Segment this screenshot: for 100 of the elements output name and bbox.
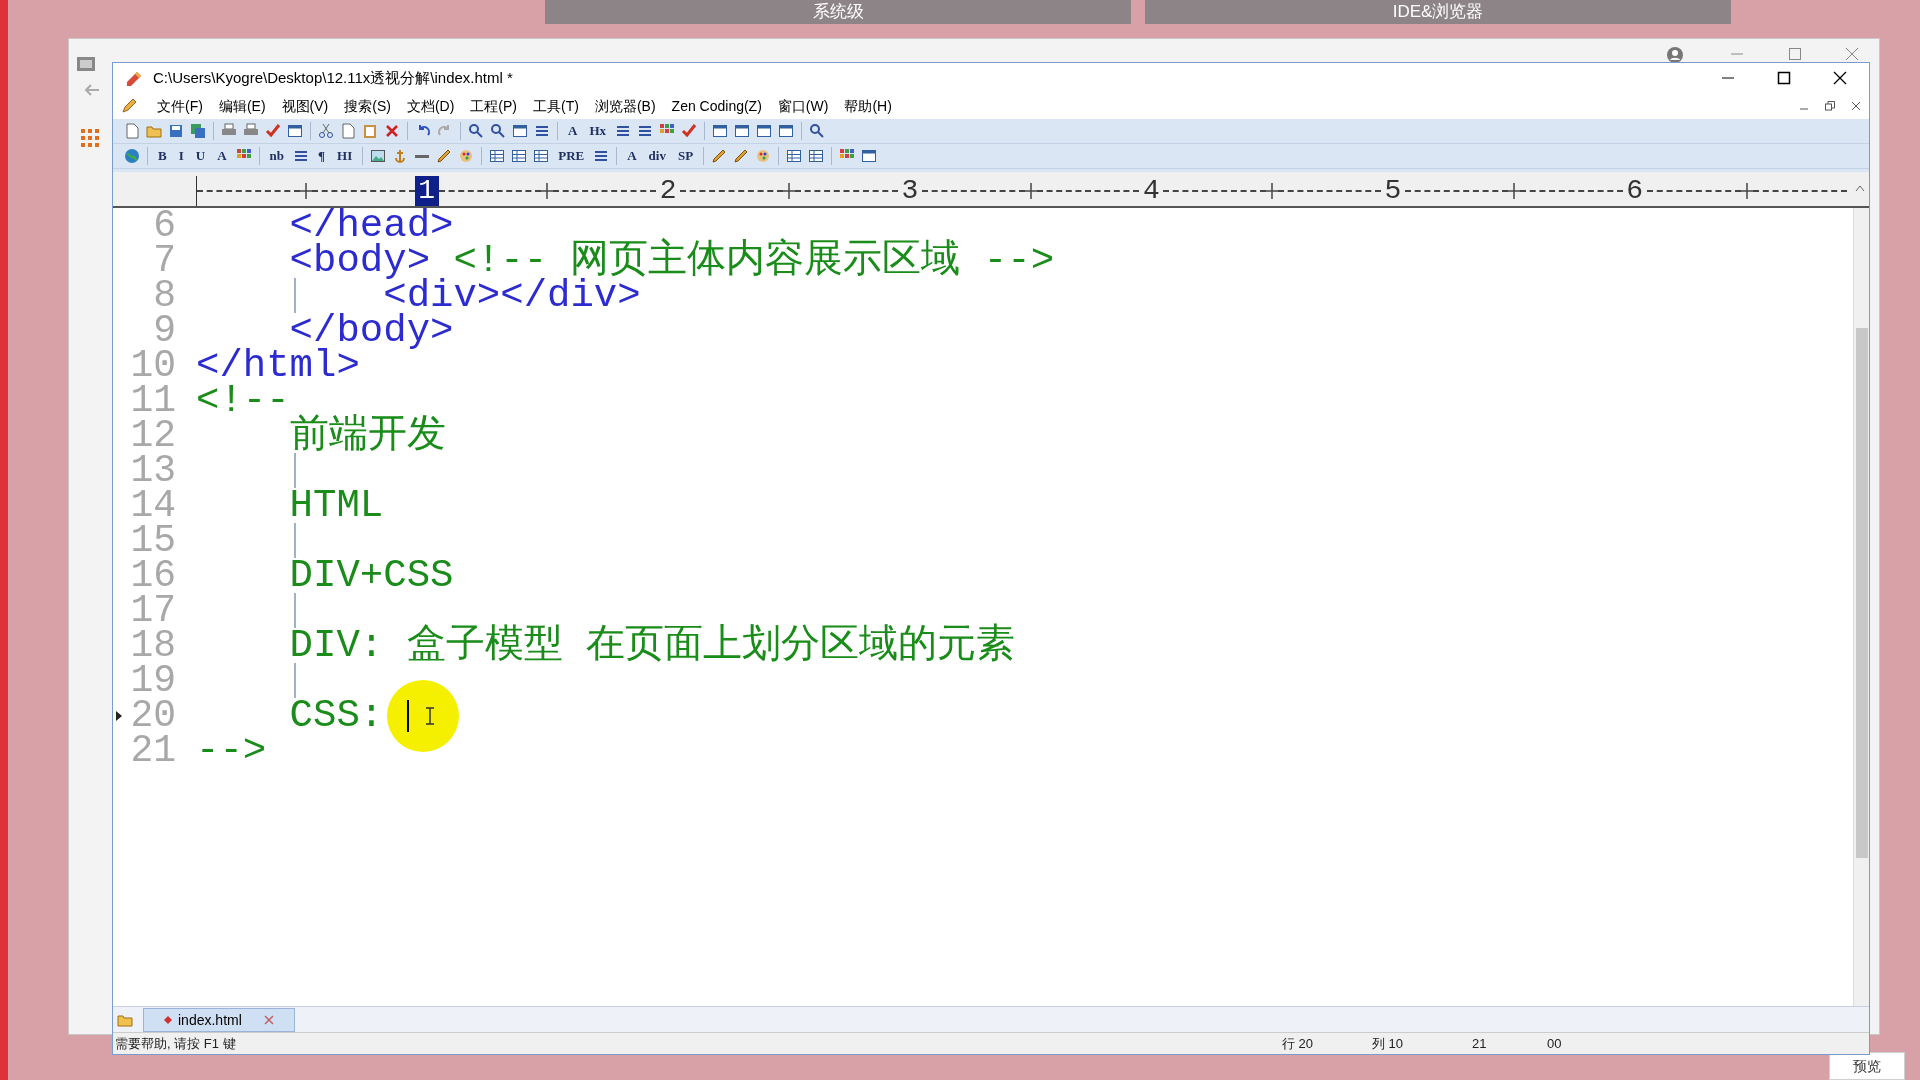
file-tab[interactable]: index.html: [143, 1008, 295, 1032]
status-line: 行 20: [1282, 1034, 1315, 1053]
toolbar-text-button[interactable]: nb: [267, 146, 286, 166]
line-number: 10: [129, 348, 176, 383]
list-icon[interactable]: [593, 148, 610, 164]
comment-text: DIV+CSS: [288, 552, 454, 599]
line-number: 8: [152, 278, 176, 313]
scissors-icon[interactable]: [318, 123, 334, 139]
desktop-tab[interactable]: IDE&浏览器: [1145, 0, 1731, 24]
line-number: 12: [129, 418, 176, 453]
toolbar-text-button[interactable]: B: [156, 146, 169, 166]
menu-item[interactable]: 工具(T): [525, 95, 587, 117]
maximize-icon[interactable]: [1777, 71, 1791, 85]
scroll-up-icon[interactable]: [1855, 184, 1865, 192]
user-icon[interactable]: [1667, 47, 1683, 63]
line-number: 21: [129, 733, 176, 768]
line-number: 7: [152, 243, 176, 278]
toolbar-text-button[interactable]: SP: [675, 146, 696, 166]
folder-icon[interactable]: [117, 1012, 133, 1028]
disks-icon[interactable]: [190, 123, 206, 139]
app-logo-icon: [125, 70, 143, 86]
list-icon[interactable]: [293, 148, 309, 164]
window-icon[interactable]: [512, 123, 528, 139]
tab-label: index.html: [178, 1010, 242, 1030]
status-column: 列 10: [1372, 1033, 1472, 1054]
close-icon[interactable]: [1833, 71, 1847, 85]
toolbar-text-button[interactable]: A: [215, 146, 229, 166]
ruler-number: 2: [658, 176, 678, 206]
window-icon[interactable]: [287, 123, 303, 139]
table-icon[interactable]: [511, 148, 528, 164]
window-icon[interactable]: [861, 148, 878, 164]
toolbar-text-button[interactable]: A: [625, 146, 639, 166]
toolbar-text-button[interactable]: HI: [335, 146, 355, 166]
ruler-number: 5: [1383, 176, 1403, 206]
comment-text: -->: [196, 727, 267, 774]
comment-text: DIV: 盒子模型 在页面上划分区域的元素: [288, 622, 1016, 669]
line-number: 14: [129, 488, 176, 523]
close-icon[interactable]: [1851, 101, 1861, 111]
line-number: 9: [153, 313, 176, 348]
menu-item[interactable]: 搜索(S): [336, 95, 399, 117]
line-number: 16: [129, 558, 176, 593]
search-icon[interactable]: [809, 123, 825, 139]
toolbar-text-button[interactable]: ¶: [316, 146, 327, 166]
toolbar-text-button[interactable]: U: [193, 146, 208, 166]
menu-item[interactable]: 文件(F): [149, 95, 211, 117]
ruler-number: 3: [900, 176, 920, 206]
list-icon[interactable]: [637, 123, 653, 139]
status-code: 00: [1547, 1034, 1563, 1053]
table-icon[interactable]: [786, 148, 803, 164]
toolbar-text-button[interactable]: I: [176, 146, 186, 166]
folder-icon[interactable]: [146, 123, 162, 139]
search-icon[interactable]: [490, 123, 506, 139]
palette-icon[interactable]: [458, 148, 475, 164]
menu-item[interactable]: 编辑(E): [210, 95, 274, 117]
menu-item[interactable]: 窗口(W): [769, 95, 837, 117]
list-icon[interactable]: [615, 123, 631, 139]
check-icon[interactable]: [265, 123, 281, 139]
cross-icon[interactable]: [384, 123, 400, 139]
toolbar-text-button[interactable]: Hx: [587, 121, 608, 141]
palette-icon[interactable]: [755, 148, 772, 164]
menu-item[interactable]: 浏览器(B): [586, 95, 664, 117]
table-icon[interactable]: [489, 148, 506, 164]
comment-text: 前端开发: [288, 412, 446, 459]
comment-text: CSS:: [288, 692, 385, 739]
document-icon[interactable]: [124, 123, 140, 139]
picture-icon[interactable]: [370, 148, 387, 164]
menu-item[interactable]: 工程(P): [462, 95, 525, 117]
line-number: 6: [152, 208, 176, 243]
globe-icon[interactable]: [124, 148, 140, 164]
menu-item[interactable]: 帮助(H): [836, 95, 900, 117]
i-beam-cursor-icon: [425, 706, 434, 725]
line-number: 15: [129, 523, 176, 558]
toolbar-text-button[interactable]: div: [646, 146, 668, 166]
window-icon[interactable]: [756, 123, 772, 139]
vertical-scrollbar[interactable]: [1853, 208, 1869, 1006]
document-icon[interactable]: [340, 123, 356, 139]
toolbar-text-button[interactable]: A: [566, 121, 580, 141]
line-number: 20: [129, 698, 176, 733]
comment-text: <!--: [196, 377, 290, 424]
menu-item[interactable]: 文档(D): [398, 95, 463, 117]
search-icon[interactable]: [468, 123, 484, 139]
diamond-icon: [164, 1016, 172, 1024]
window-icon[interactable]: [734, 123, 750, 139]
table-icon[interactable]: [533, 148, 550, 164]
list-icon[interactable]: [534, 123, 550, 139]
line-number: 11: [129, 383, 176, 418]
line-number: 13: [129, 453, 176, 488]
menu-item[interactable]: Zen Coding(Z): [663, 95, 770, 117]
apps-grid-icon[interactable]: [81, 129, 99, 147]
check-icon[interactable]: [681, 123, 697, 139]
restore-icon[interactable]: [1825, 101, 1835, 111]
window-icon[interactable]: [712, 123, 728, 139]
desktop-tab[interactable]: 系统级: [545, 0, 1131, 24]
scrollbar-thumb[interactable]: [1855, 328, 1868, 858]
menu-item[interactable]: 视图(V): [273, 95, 337, 117]
window-icon[interactable]: [778, 123, 794, 139]
preview-button[interactable]: 预览: [1829, 1052, 1905, 1080]
comment-text: HTML: [288, 482, 384, 529]
table-icon[interactable]: [808, 148, 825, 164]
toolbar-text-button[interactable]: PRE: [556, 146, 587, 166]
